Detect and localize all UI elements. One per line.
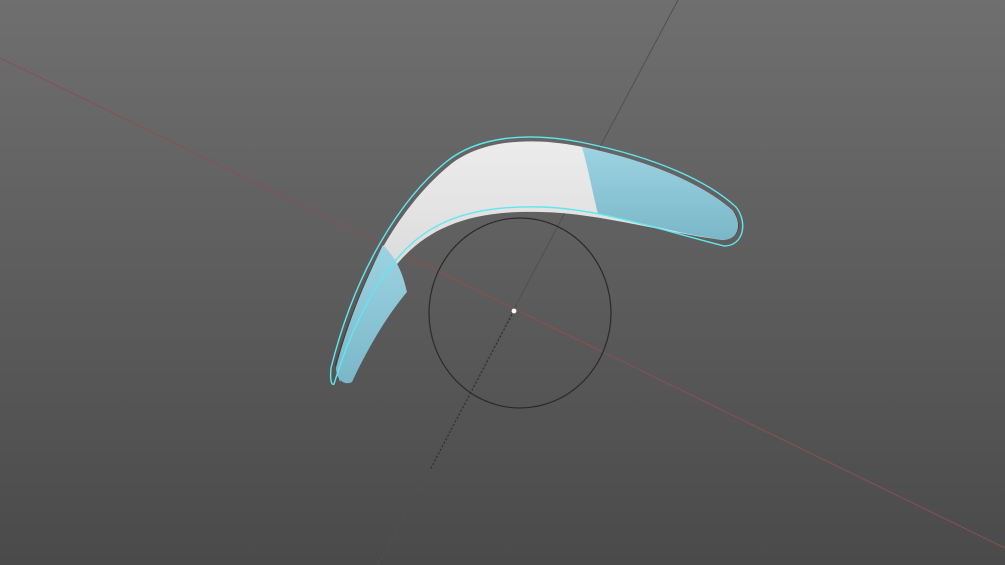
z-axis-line <box>377 0 679 565</box>
boomerang-model[interactable] <box>329 136 744 385</box>
3d-viewport[interactable] <box>0 0 1005 565</box>
x-axis-line <box>0 57 1005 549</box>
rotation-gizmo-circle[interactable] <box>428 217 612 409</box>
scene-canvas[interactable] <box>0 0 1005 565</box>
y-axis-dashed-line <box>429 310 515 471</box>
pivot-point[interactable] <box>511 308 517 314</box>
boomerang-tip-right <box>582 147 738 240</box>
